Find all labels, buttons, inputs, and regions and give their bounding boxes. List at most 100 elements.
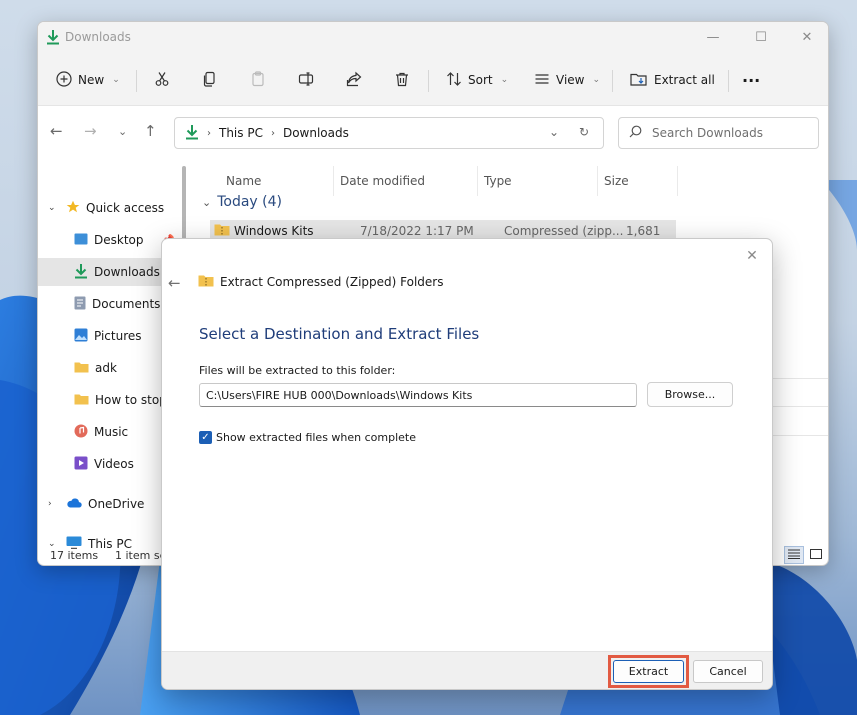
toolbar-divider — [612, 70, 613, 92]
item-count: 17 items — [50, 549, 99, 562]
large-icons-view-button[interactable] — [806, 546, 826, 564]
file-type: Compressed (zipp... — [504, 224, 624, 238]
copy-icon — [202, 71, 218, 90]
toolbar-divider — [428, 70, 429, 92]
cut-button[interactable] — [154, 66, 170, 94]
dialog-title: Extract Compressed (Zipped) Folders — [198, 274, 444, 290]
chevron-right-icon[interactable]: › — [48, 499, 52, 509]
extract-button[interactable]: Extract — [613, 660, 684, 683]
videos-icon — [74, 456, 88, 473]
extract-all-label: Extract all — [654, 73, 715, 87]
details-view-button[interactable] — [784, 546, 804, 564]
destination-path-input[interactable]: C:\Users\FIRE HUB 000\Downloads\Windows … — [199, 383, 637, 407]
show-files-checkbox[interactable]: ✓ — [199, 431, 212, 444]
address-field[interactable]: › This PC › Downloads ⌄ ↻ — [174, 117, 604, 149]
rename-button[interactable] — [298, 66, 314, 94]
browse-button[interactable]: Browse... — [647, 382, 733, 407]
nav-item-quick-access[interactable]: ⌄ Quick access — [38, 194, 190, 222]
desktop-icon — [74, 233, 88, 248]
more-button[interactable]: ··· — [742, 66, 760, 94]
column-header-type[interactable]: Type — [484, 166, 598, 196]
share-button[interactable] — [346, 66, 362, 94]
minimize-button[interactable]: — — [690, 22, 736, 52]
up-icon: ↑ — [144, 122, 157, 140]
nav-label: Desktop — [94, 233, 144, 247]
chevron-down-icon[interactable]: ⌄ — [48, 203, 56, 213]
back-button[interactable]: ← — [50, 122, 63, 140]
dialog-title-text: Extract Compressed (Zipped) Folders — [220, 275, 444, 289]
close-button[interactable]: ✕ — [784, 22, 828, 52]
column-header-size[interactable]: Size — [604, 166, 678, 196]
back-icon: ← — [50, 122, 63, 140]
document-icon — [74, 296, 86, 313]
paste-icon — [250, 70, 266, 90]
command-bar: New ⌄ Sort ⌄ View ⌄ Extract all ··· — [38, 54, 828, 106]
new-label: New — [78, 73, 105, 87]
nav-label: Music — [94, 425, 129, 439]
address-bar-row: ← → ⌄ ↑ › This PC › Downloads ⌄ ↻ Search… — [38, 106, 828, 158]
group-header-today[interactable]: ⌄ Today (4) — [202, 194, 282, 210]
view-icon — [534, 71, 550, 90]
folder-icon — [74, 361, 89, 376]
share-icon — [346, 71, 362, 90]
large-icons-view-icon — [810, 548, 822, 562]
sort-label: Sort — [468, 73, 493, 87]
more-icon: ··· — [742, 70, 761, 90]
extract-all-button[interactable]: Extract all — [630, 66, 715, 94]
file-name: Windows Kits — [234, 224, 314, 238]
nav-label: How to stop — [95, 393, 167, 407]
download-icon — [46, 29, 60, 48]
cancel-button[interactable]: Cancel — [693, 660, 763, 683]
search-input[interactable]: Search Downloads — [618, 117, 819, 149]
copy-button[interactable] — [202, 66, 218, 94]
zip-folder-icon — [214, 223, 230, 239]
chevron-down-icon: ⌄ — [592, 75, 601, 85]
up-button[interactable]: ↑ — [144, 122, 157, 140]
nav-label: Downloads — [94, 265, 160, 279]
dialog-close-button[interactable]: ✕ — [740, 244, 764, 268]
dialog-footer: Extract Cancel — [162, 651, 772, 689]
maximize-button[interactable]: ☐ — [738, 22, 784, 52]
column-header-name[interactable]: Name — [226, 166, 334, 196]
new-button[interactable]: New ⌄ — [56, 66, 120, 94]
view-button[interactable]: View ⌄ — [534, 66, 600, 94]
paste-button[interactable] — [250, 66, 266, 94]
search-placeholder: Search Downloads — [652, 126, 763, 140]
breadcrumb-downloads[interactable]: Downloads — [283, 126, 349, 140]
view-label: View — [556, 73, 585, 87]
column-header-date-modified[interactable]: Date modified — [340, 166, 478, 196]
sort-icon — [446, 71, 462, 90]
star-icon — [66, 200, 80, 217]
recent-locations-button[interactable]: ⌄ — [118, 125, 127, 138]
checkmark-icon: ✓ — [201, 431, 210, 443]
explorer-titlebar: Downloads — ☐ ✕ — [38, 22, 828, 54]
folder-icon — [74, 393, 89, 408]
forward-icon: → — [84, 122, 97, 140]
breadcrumb-this-pc[interactable]: This PC — [219, 126, 263, 140]
music-icon — [74, 424, 88, 441]
rename-icon — [298, 71, 314, 90]
refresh-icon[interactable]: ↻ — [579, 125, 589, 139]
toolbar-divider — [136, 70, 137, 92]
sort-button[interactable]: Sort ⌄ — [446, 66, 508, 94]
nav-label: adk — [95, 361, 117, 375]
download-icon — [74, 263, 88, 282]
delete-button[interactable] — [394, 66, 410, 94]
forward-button[interactable]: → — [84, 122, 97, 140]
nav-label: OneDrive — [88, 497, 145, 511]
plus-icon — [56, 70, 72, 90]
chevron-down-icon: ⌄ — [500, 75, 509, 85]
extract-icon — [630, 71, 648, 90]
download-icon — [185, 124, 199, 143]
address-dropdown-icon[interactable]: ⌄ — [549, 125, 559, 139]
file-date: 7/18/2022 1:17 PM — [360, 224, 474, 238]
cut-icon — [154, 71, 170, 90]
details-view-icon — [788, 549, 800, 562]
nav-label: Documents — [92, 297, 161, 311]
show-files-checkbox-row[interactable]: ✓ Show extracted files when complete — [199, 431, 416, 444]
destination-label: Files will be extracted to this folder: — [199, 364, 396, 377]
breadcrumb-chevron-icon: › — [270, 127, 275, 139]
chevron-down-icon: ⌄ — [202, 195, 212, 209]
dialog-back-button[interactable]: ← — [168, 274, 181, 292]
zip-folder-icon — [198, 274, 214, 290]
